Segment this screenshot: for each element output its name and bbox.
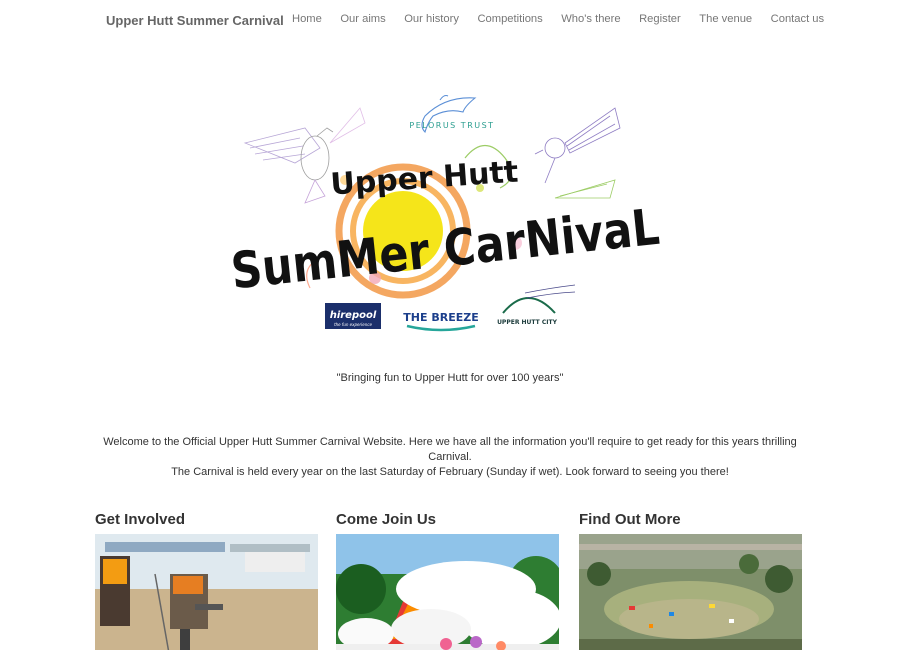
welcome-line-2: The Carnival is held every year on the l… — [171, 466, 729, 478]
welcome-text: Welcome to the Official Upper Hutt Summe… — [90, 435, 810, 480]
nav-competitions[interactable]: Competitions — [477, 13, 542, 25]
tagline: "Bringing fun to Upper Hutt for over 100… — [336, 372, 564, 384]
nav-whos-there[interactable]: Who's there — [561, 13, 620, 25]
card-title: Come Join Us — [336, 511, 437, 528]
nav-contact-us[interactable]: Contact us — [771, 13, 824, 25]
card-get-involved: Get Involved — [95, 511, 318, 650]
foam-party-photo[interactable] — [336, 534, 559, 650]
trust-name: PELORUS TRUST — [409, 121, 494, 130]
nav-the-venue[interactable]: The venue — [699, 13, 752, 25]
logo-line-2: SumMer CarNivaL — [228, 198, 662, 301]
navbar: Upper Hutt Summer Carnival Home Our aims… — [0, 0, 900, 40]
volunteers-photo[interactable] — [95, 534, 318, 650]
the-breeze-logo: THE BREEZE — [403, 311, 479, 332]
welcome-line-1: Welcome to the Official Upper Hutt Summe… — [103, 436, 797, 463]
svg-text:the fun experience: the fun experience — [334, 322, 372, 327]
svg-text:UPPER HUTT CITY: UPPER HUTT CITY — [497, 319, 558, 326]
upper-hutt-city-logo: UPPER HUTT CITY — [497, 284, 576, 326]
nav-our-history[interactable]: Our history — [404, 13, 459, 25]
card-title: Find Out More — [579, 511, 681, 528]
svg-text:THE BREEZE: THE BREEZE — [403, 311, 478, 324]
carnival-logo: PELORUS TRUST Upper Hutt SumMer CarNivaL… — [228, 94, 662, 332]
logo-line-1: Upper Hutt — [329, 155, 519, 203]
brand-link[interactable]: Upper Hutt Summer Carnival — [106, 13, 284, 28]
card-find-out-more: Find Out More — [579, 511, 802, 650]
card-come-join-us: Come Join Us — [336, 511, 559, 650]
nav-register[interactable]: Register — [639, 13, 681, 25]
main-nav: Home Our aims Our history Competitions W… — [292, 13, 843, 25]
hirepool-logo: hirepool the fun experience — [325, 303, 381, 329]
fantail-icon — [534, 107, 621, 184]
card-title: Get Involved — [95, 511, 186, 528]
aerial-venue-photo[interactable] — [579, 534, 802, 650]
nav-home[interactable]: Home — [292, 13, 322, 25]
svg-text:hirepool: hirepool — [330, 310, 377, 321]
nav-our-aims[interactable]: Our aims — [340, 13, 385, 25]
feather-icon — [554, 179, 616, 199]
